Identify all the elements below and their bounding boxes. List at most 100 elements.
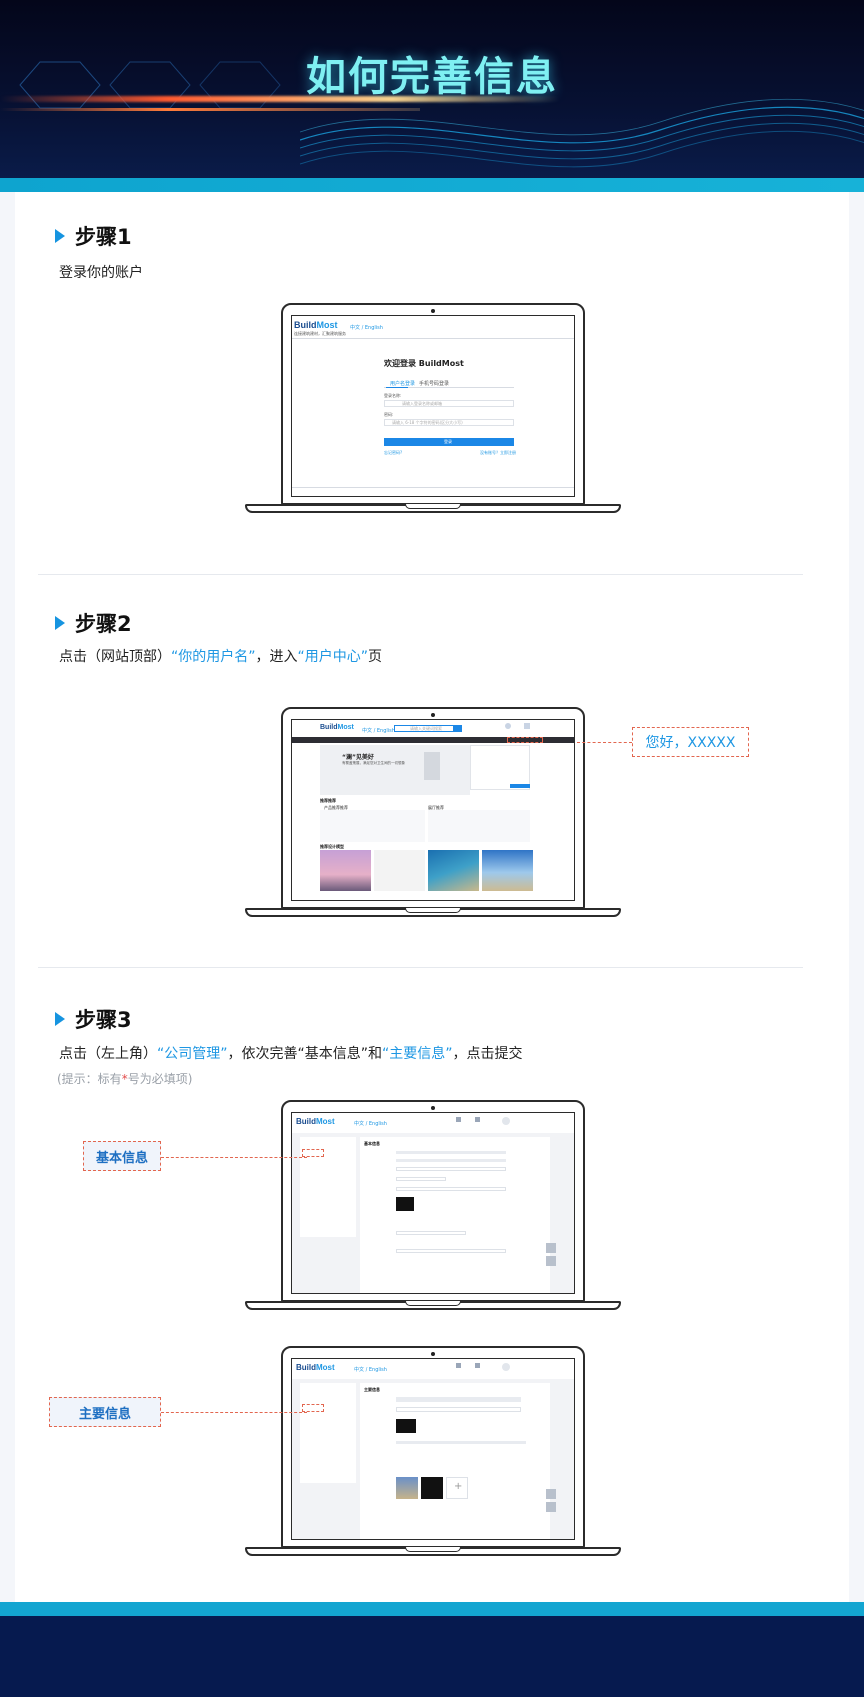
laptop-notch xyxy=(405,1547,461,1552)
banner-strip xyxy=(0,178,864,192)
buildmost-logo: BuildMost xyxy=(296,1117,335,1126)
company-photo[interactable] xyxy=(396,1477,418,1499)
basic-info-screen: BuildMost 中文 / English 基本信息 xyxy=(291,1112,575,1294)
home-screen: BuildMost 中文 / English 请输入关键词搜索 “澜”见美好 有… xyxy=(291,719,575,901)
main-info-callout: 主要信息 xyxy=(49,1397,161,1427)
username-highlight-box xyxy=(507,737,543,743)
step1-heading: 步骤1 xyxy=(55,221,132,251)
service-icon[interactable] xyxy=(546,1502,556,1512)
gallery-image-coast[interactable] xyxy=(428,850,479,891)
username-callout: 您好，XXXXX xyxy=(632,727,749,757)
section-divider xyxy=(38,574,803,575)
gallery-image-sky[interactable] xyxy=(320,850,371,891)
laptop-lid: BuildMost 中文 / English 基本信息 xyxy=(281,1100,585,1302)
step2-description: 点击（网站顶部）“你的用户名”，进入“用户中心”页 xyxy=(59,646,382,666)
company-logo-photo[interactable] xyxy=(421,1477,443,1499)
step3-desc-mid: ，依次完善“基本信息”和 xyxy=(227,1046,383,1062)
camera-icon xyxy=(431,1352,435,1356)
search-button[interactable] xyxy=(454,725,462,732)
callout-connector xyxy=(161,1412,307,1413)
language-switch[interactable]: 中文 / English xyxy=(354,1120,387,1127)
avatar[interactable] xyxy=(502,1117,510,1125)
form-field[interactable] xyxy=(396,1159,506,1162)
active-tab-underline xyxy=(386,387,408,388)
login-title: 欢迎登录 BuildMost xyxy=(384,359,464,368)
hero-product-image xyxy=(424,752,440,780)
buildmost-logo: BuildMost xyxy=(320,724,354,731)
panel-title: 主要信息 xyxy=(364,1387,380,1392)
triangle-icon xyxy=(55,1012,65,1026)
register-link[interactable]: 没有账号？立即注册 xyxy=(480,450,516,456)
password-label: 密码: xyxy=(384,412,394,417)
form-field[interactable] xyxy=(396,1177,446,1181)
tab-phone-login[interactable]: 手机号码登录 xyxy=(419,380,449,387)
camera-icon xyxy=(431,309,435,313)
header-banner: 如何完善信息 xyxy=(0,0,864,180)
hint-pre: (提示：标有 xyxy=(57,1072,122,1086)
step3-desc-company: “公司管理” xyxy=(157,1046,228,1062)
plus-icon: + xyxy=(454,1481,463,1492)
language-switch[interactable]: 中文 / English xyxy=(354,1366,387,1373)
panel-title: 基本信息 xyxy=(364,1141,380,1146)
language-switch[interactable]: 中文 / English xyxy=(350,324,383,331)
login-screen: BuildMost 连接建筑建材，汇聚建筑服务 中文 / English 欢迎登… xyxy=(291,315,575,497)
gallery-image-toilet[interactable] xyxy=(374,850,425,891)
language-switch[interactable]: 中文 / English xyxy=(362,727,395,734)
step2-desc-mid: ，进入 xyxy=(255,649,298,665)
form-field[interactable] xyxy=(396,1187,506,1191)
sidebar-menu[interactable] xyxy=(300,1383,356,1483)
laptop-home: BuildMost 中文 / English 请输入关键词搜索 “澜”见美好 有… xyxy=(245,707,621,923)
camera-icon xyxy=(431,713,435,717)
exhibit-list[interactable] xyxy=(428,810,530,842)
step3-title: 步骤3 xyxy=(75,1008,132,1032)
cart-icon[interactable] xyxy=(524,723,530,729)
triangle-icon xyxy=(55,616,65,630)
company-logo-upload[interactable] xyxy=(396,1197,414,1211)
user-icon[interactable] xyxy=(456,1363,461,1368)
form-field[interactable] xyxy=(396,1151,506,1154)
triangle-icon xyxy=(55,229,65,243)
username-label: 登录名称: xyxy=(384,393,402,398)
form-field[interactable] xyxy=(396,1231,466,1235)
dropdown-user-center-button[interactable] xyxy=(510,784,530,788)
hero-subtitle: 有覆盖策展，满足您对卫生间的一切想象 xyxy=(342,761,405,765)
footer-divider xyxy=(292,487,574,488)
basic-info-callout: 基本信息 xyxy=(83,1141,161,1171)
cart-icon[interactable] xyxy=(475,1117,480,1122)
share-icon[interactable] xyxy=(546,1243,556,1253)
forgot-password-link[interactable]: 忘记密码? xyxy=(384,450,402,456)
laptop-lid: BuildMost 中文 / English 请输入关键词搜索 “澜”见美好 有… xyxy=(281,707,585,909)
login-button-label: 登录 xyxy=(444,439,452,444)
avatar[interactable] xyxy=(502,1363,510,1371)
hero-title: “澜”见美好 xyxy=(342,754,374,761)
laptop-notch xyxy=(405,504,461,509)
tab-username-login[interactable]: 用户名登录 xyxy=(390,380,415,387)
laptop-lid: BuildMost 连接建筑建材，汇聚建筑服务 中文 / English 欢迎登… xyxy=(281,303,585,505)
user-avatar-icon[interactable] xyxy=(505,723,511,729)
step3-desc-post: ，点击提交 xyxy=(452,1046,523,1062)
buildmost-logo: BuildMost xyxy=(296,1363,335,1372)
gallery-image-field[interactable] xyxy=(482,850,533,891)
service-icon[interactable] xyxy=(546,1256,556,1266)
step3-desc-pre: 点击（左上角） xyxy=(59,1046,157,1062)
product-list[interactable] xyxy=(320,810,425,842)
basic-info-highlight xyxy=(302,1149,324,1157)
form-field[interactable] xyxy=(396,1167,506,1171)
buildmost-logo: BuildMost xyxy=(294,320,338,330)
license-upload[interactable] xyxy=(396,1419,416,1433)
laptop-basic-info: BuildMost 中文 / English 基本信息 xyxy=(245,1100,621,1316)
step2-desc-post: 页 xyxy=(368,649,383,665)
cart-icon[interactable] xyxy=(475,1363,480,1368)
header-divider xyxy=(292,338,574,339)
laptop-main-info: BuildMost 中文 / English 主要信息 + xyxy=(245,1346,621,1562)
share-icon[interactable] xyxy=(546,1489,556,1499)
form-field[interactable] xyxy=(396,1249,506,1253)
footer-strip xyxy=(0,1602,864,1616)
form-field[interactable] xyxy=(396,1407,521,1412)
hint-post: 号为必填项) xyxy=(127,1072,193,1086)
step3-desc-main-info: “主要信息” xyxy=(382,1046,453,1062)
form-field[interactable] xyxy=(396,1397,521,1402)
main-info-screen: BuildMost 中文 / English 主要信息 + xyxy=(291,1358,575,1540)
camera-icon xyxy=(431,1106,435,1110)
user-icon[interactable] xyxy=(456,1117,461,1122)
